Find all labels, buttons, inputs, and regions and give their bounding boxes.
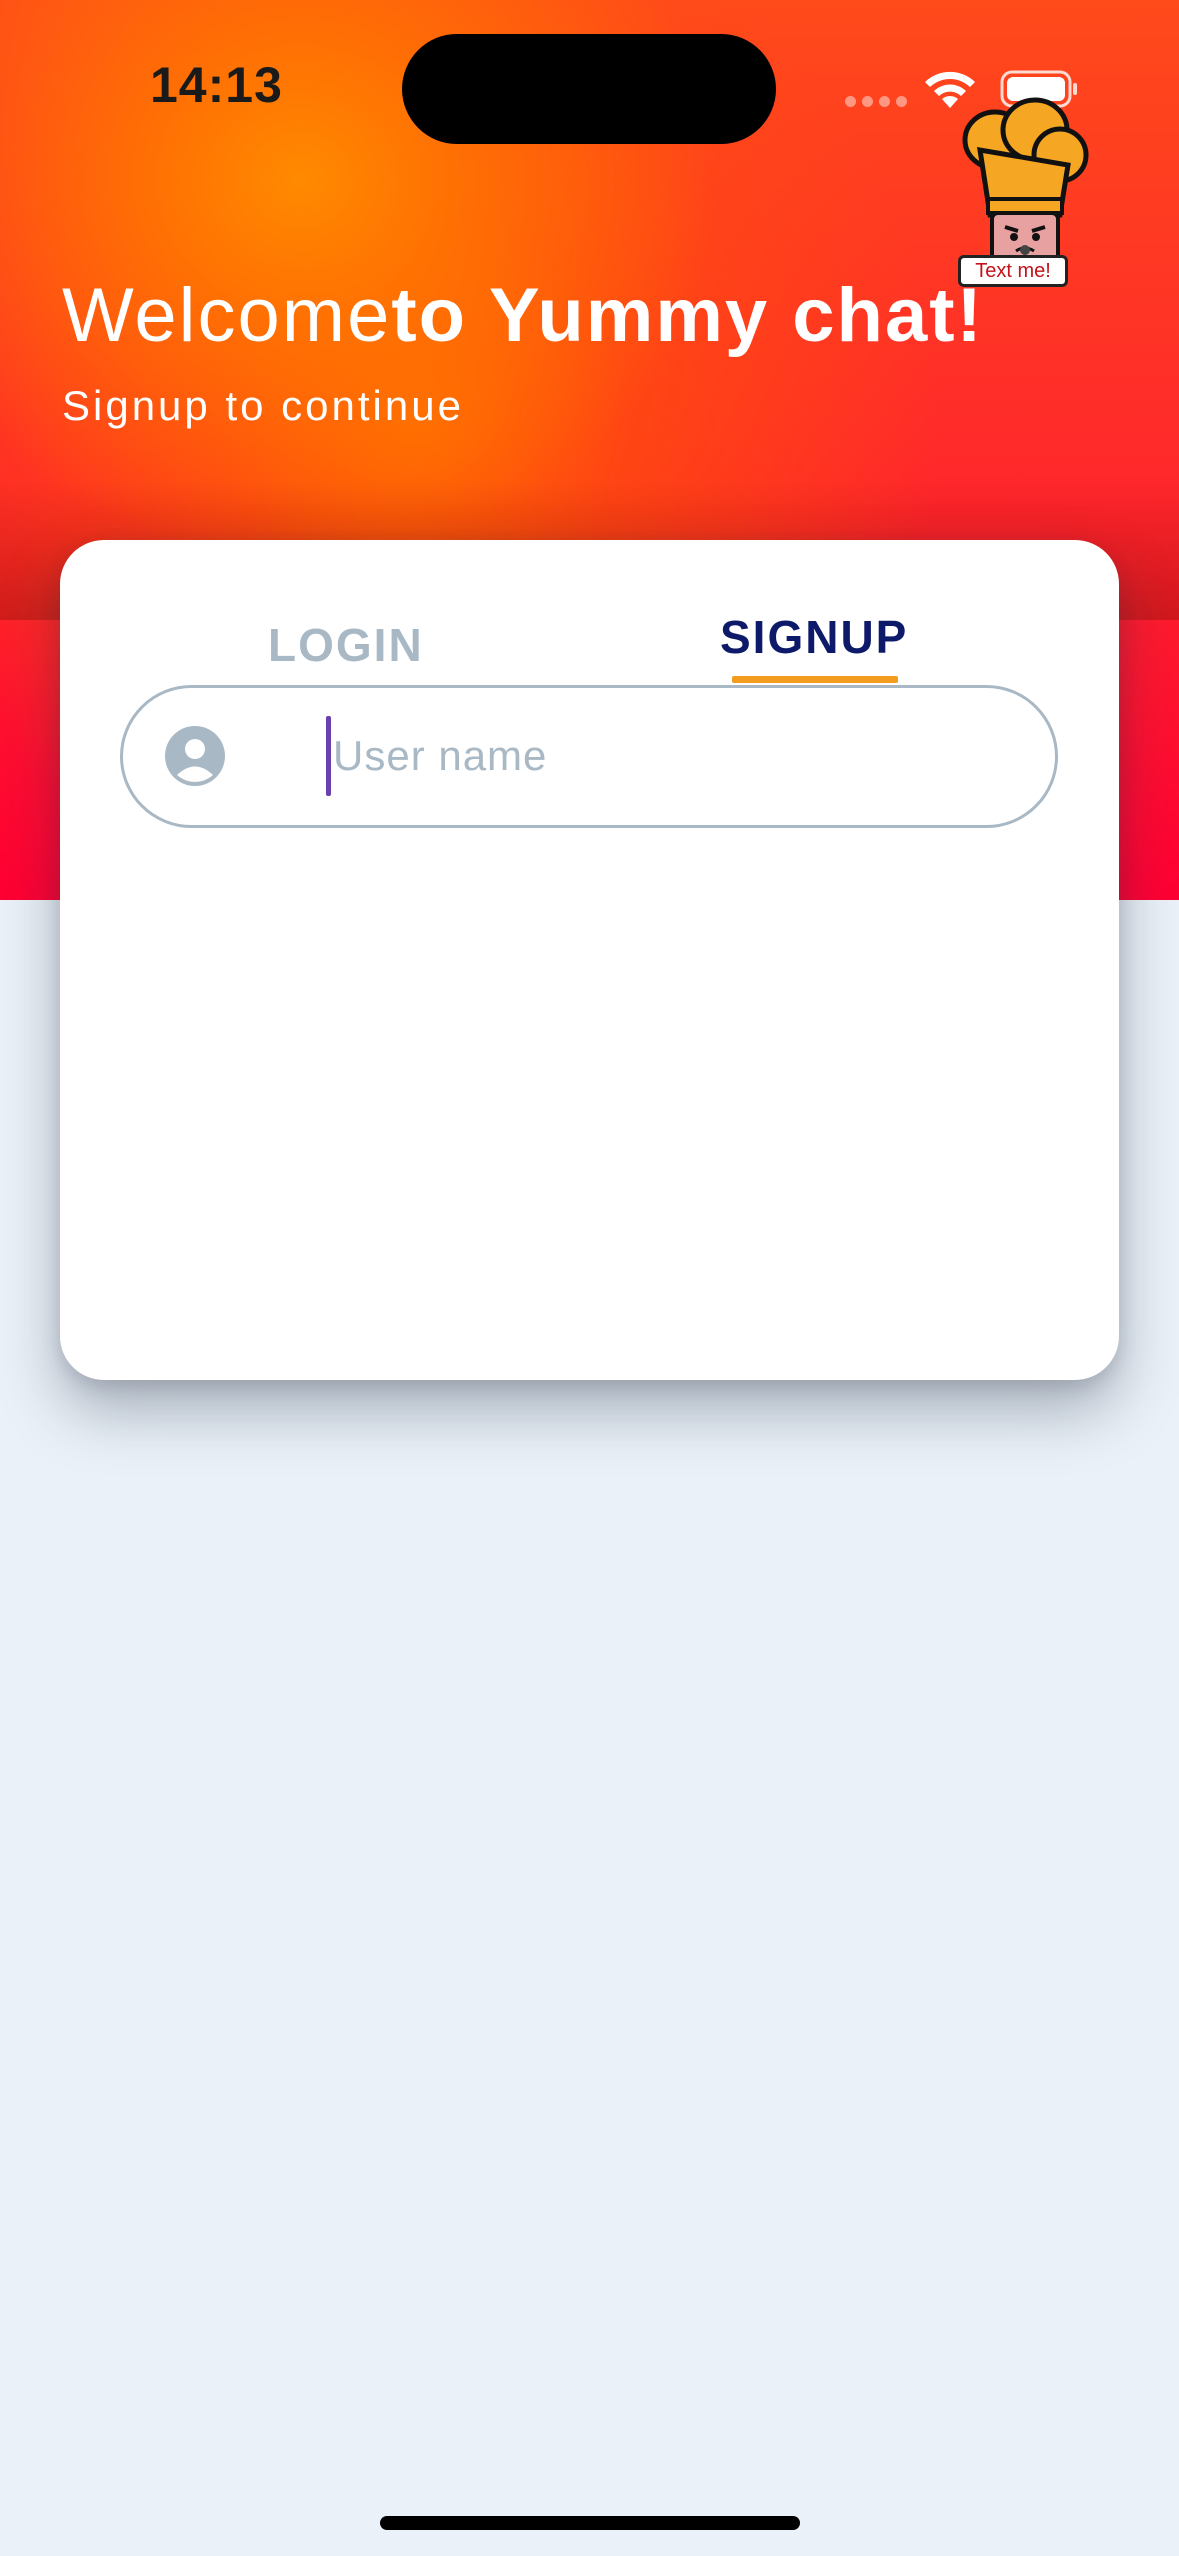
active-tab-indicator	[732, 676, 898, 683]
app-screen: 14:13 Text me! Welcometo Yummy chat! Sig…	[0, 0, 1179, 2556]
tab-login[interactable]: LOGIN	[268, 618, 424, 672]
auth-card: LOGIN SIGNUP	[60, 540, 1119, 1380]
home-indicator[interactable]	[380, 2516, 800, 2530]
welcome-title: Welcometo Yummy chat!	[62, 272, 984, 359]
welcome-title-light: Welcome	[62, 273, 392, 358]
username-input[interactable]	[333, 718, 1033, 794]
username-field[interactable]	[120, 685, 1058, 828]
welcome-title-bold: to Yummy chat!	[391, 273, 984, 358]
welcome-subtitle: Signup to continue	[62, 382, 464, 429]
status-time: 14:13	[150, 57, 283, 113]
user-circle-icon	[165, 726, 225, 786]
tab-signup[interactable]: SIGNUP	[720, 610, 908, 664]
cellular-signal-icon	[845, 96, 907, 107]
dynamic-island	[402, 34, 776, 144]
text-caret	[326, 716, 331, 796]
